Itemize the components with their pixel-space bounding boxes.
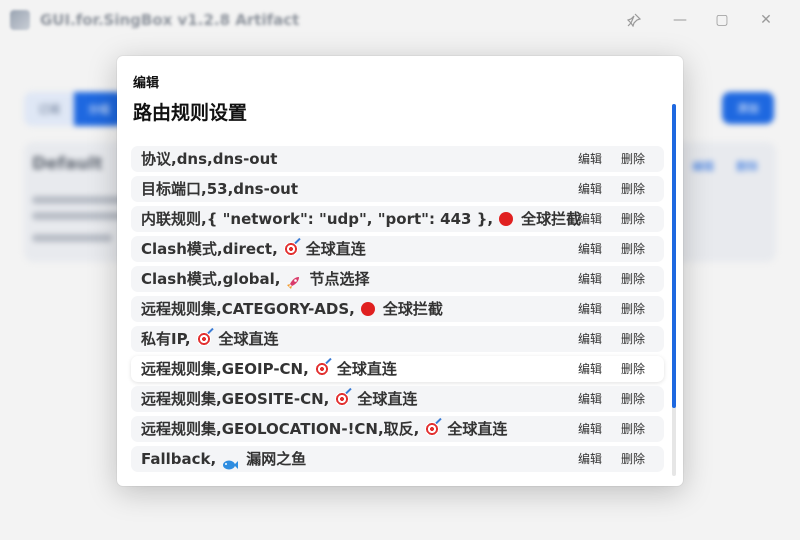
edit-rule-button[interactable]: 编辑	[578, 176, 602, 202]
add-button[interactable]: 添加	[722, 92, 774, 124]
fish-icon	[222, 453, 239, 470]
rule-outbound: 全球直连	[447, 420, 508, 438]
rule-label: 内联规则,{ "network": "udp", "port": 443 },	[141, 210, 494, 228]
rule-label: 目标端口,53,dns-out	[141, 180, 298, 198]
rule-row[interactable]: Clash模式,global, 节点选择 编辑 删除	[131, 266, 664, 292]
rule-text: 协议,dns,dns-out	[141, 146, 277, 172]
red-circle-icon	[499, 212, 514, 226]
rule-outbound: 节点选择	[309, 270, 370, 288]
rocket-icon	[286, 272, 301, 289]
rule-list: 协议,dns,dns-out 编辑 删除 目标端口,53,dns-out 编辑 删除 内联规…	[131, 146, 664, 476]
rule-outbound: 全球直连	[305, 240, 366, 258]
rule-label: Clash模式,global,	[141, 270, 281, 288]
delete-rule-button[interactable]: 删除	[621, 416, 645, 442]
target-icon	[335, 392, 350, 406]
edit-rule-button[interactable]: 编辑	[578, 326, 602, 352]
close-button[interactable]: ✕	[754, 8, 778, 32]
target-icon	[314, 362, 329, 376]
edit-rule-button[interactable]: 编辑	[578, 206, 602, 232]
delete-rule-button[interactable]: 删除	[621, 146, 645, 172]
modal-header: 编辑	[133, 76, 160, 91]
target-icon	[196, 332, 211, 346]
rule-row[interactable]: 远程规则集,CATEGORY-ADS, 全球拦截 编辑 删除	[131, 296, 664, 322]
edit-rule-button[interactable]: 编辑	[578, 356, 602, 382]
rule-text: 私有IP, 全球直连	[141, 326, 279, 352]
rule-row[interactable]: 远程规则集,GEOIP-CN, 全球直连 编辑 删除	[131, 356, 664, 382]
edit-rule-button[interactable]: 编辑	[578, 416, 602, 442]
rule-outbound: 全球拦截	[521, 210, 582, 228]
rule-text: 远程规则集,GEOLOCATION-!CN,取反, 全球直连	[141, 416, 507, 442]
card-text-line	[32, 234, 112, 242]
delete-rule-button[interactable]: 删除	[621, 236, 645, 262]
rule-row[interactable]: Clash模式,direct, 全球直连 编辑 删除	[131, 236, 664, 262]
card-delete-link[interactable]: 删除	[736, 158, 758, 174]
edit-rule-button[interactable]: 编辑	[578, 266, 602, 292]
red-circle-icon	[360, 302, 375, 316]
edit-rule-button[interactable]: 编辑	[578, 146, 602, 172]
pin-icon[interactable]	[622, 8, 646, 32]
rule-outbound: 全球直连	[336, 360, 397, 378]
rule-label: 远程规则集,GEOIP-CN,	[141, 360, 309, 378]
delete-rule-button[interactable]: 删除	[621, 386, 645, 412]
rule-label: 远程规则集,CATEGORY-ADS,	[141, 300, 355, 318]
rule-outbound: 漏网之鱼	[246, 450, 307, 468]
rule-label: 协议,dns,dns-out	[141, 150, 278, 168]
rule-text: Clash模式,direct, 全球直连	[141, 236, 366, 262]
delete-rule-button[interactable]: 删除	[621, 326, 645, 352]
target-icon	[283, 242, 298, 256]
rule-label: 远程规则集,GEOSITE-CN,	[141, 390, 330, 408]
rule-label: Clash模式,direct,	[141, 240, 278, 258]
rule-text: 目标端口,53,dns-out	[141, 176, 298, 202]
delete-rule-button[interactable]: 删除	[621, 356, 645, 382]
rule-row[interactable]: 协议,dns,dns-out 编辑 删除	[131, 146, 664, 172]
rule-label: 私有IP,	[141, 330, 191, 348]
delete-rule-button[interactable]: 删除	[621, 206, 645, 232]
rule-row[interactable]: 私有IP, 全球直连 编辑 删除	[131, 326, 664, 352]
app-title: GUI.for.SingBox v1.2.8 Artifact	[40, 11, 300, 29]
edit-rule-button[interactable]: 编辑	[578, 236, 602, 262]
target-icon	[425, 422, 440, 436]
tab-group: 订阅 分组	[24, 92, 124, 126]
edit-rule-button[interactable]: 编辑	[578, 386, 602, 412]
rule-row[interactable]: 远程规则集,GEOLOCATION-!CN,取反, 全球直连 编辑 删除	[131, 416, 664, 442]
modal-title: 路由规则设置	[133, 102, 248, 124]
title-bar: GUI.for.SingBox v1.2.8 Artifact — ▢ ✕	[0, 0, 800, 40]
delete-rule-button[interactable]: 删除	[621, 446, 645, 472]
app-logo	[10, 10, 30, 30]
card-text-line	[32, 212, 122, 220]
delete-rule-button[interactable]: 删除	[621, 266, 645, 292]
rule-row[interactable]: 内联规则,{ "network": "udp", "port": 443 }, 全…	[131, 206, 664, 232]
rule-text: Clash模式,global, 节点选择	[141, 266, 369, 292]
rule-outbound: 全球直连	[218, 330, 279, 348]
minimize-button[interactable]: —	[668, 8, 692, 32]
rule-outbound: 全球拦截	[382, 300, 443, 318]
delete-rule-button[interactable]: 删除	[621, 176, 645, 202]
rule-label: 远程规则集,GEOLOCATION-!CN,取反,	[141, 420, 420, 438]
profile-card-title: Default	[32, 154, 103, 174]
rule-text: 内联规则,{ "network": "udp", "port": 443 }, 全…	[141, 206, 581, 232]
rule-label: Fallback,	[141, 450, 217, 468]
route-rules-modal: 编辑 路由规则设置 协议,dns,dns-out 编辑 删除 目标端口,53,dns-…	[117, 56, 683, 486]
card-edit-link[interactable]: 编辑	[692, 158, 714, 174]
rule-text: 远程规则集,GEOSITE-CN, 全球直连	[141, 386, 417, 412]
rule-row[interactable]: Fallback, 漏网之鱼 编辑 删除	[131, 446, 664, 472]
tab-subscriptions[interactable]: 订阅	[24, 92, 74, 126]
rule-text: 远程规则集,GEOIP-CN, 全球直连	[141, 356, 397, 382]
edit-rule-button[interactable]: 编辑	[578, 296, 602, 322]
rule-outbound: 全球直连	[357, 390, 418, 408]
rule-row[interactable]: 目标端口,53,dns-out 编辑 删除	[131, 176, 664, 202]
rule-text: Fallback, 漏网之鱼	[141, 446, 306, 472]
rule-text: 远程规则集,CATEGORY-ADS, 全球拦截	[141, 296, 443, 322]
scrollbar-thumb[interactable]	[672, 104, 676, 408]
rule-row[interactable]: 远程规则集,GEOSITE-CN, 全球直连 编辑 删除	[131, 386, 664, 412]
maximize-button[interactable]: ▢	[710, 8, 734, 32]
delete-rule-button[interactable]: 删除	[621, 296, 645, 322]
edit-rule-button[interactable]: 编辑	[578, 446, 602, 472]
